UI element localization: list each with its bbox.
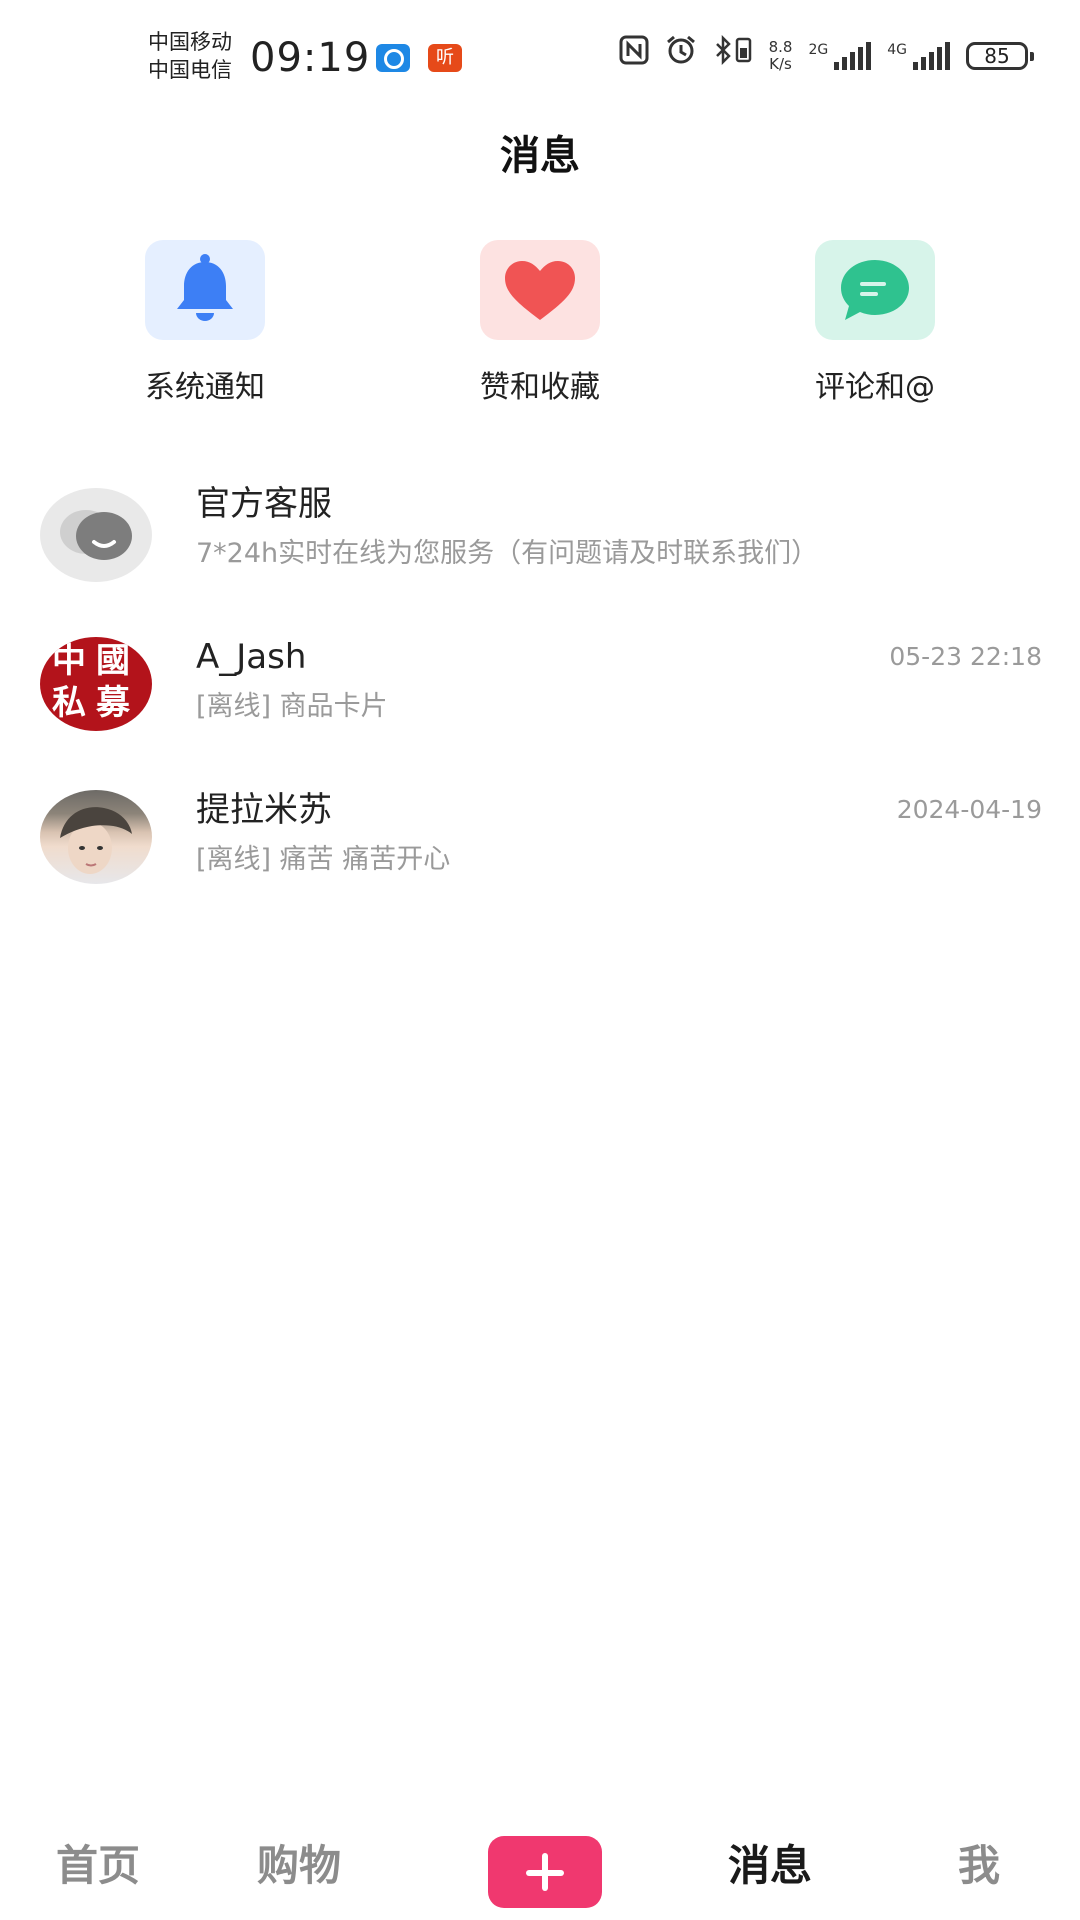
system-notification-entry[interactable]: 系统通知 [85,240,325,408]
page-title: 消息 [500,133,580,179]
conversation-preview: [离线] 痛苦 痛苦开心 [196,844,451,875]
sim1-network-type: 2G [808,42,829,58]
conversation-name: A_Jash [196,637,307,677]
bottom-tab-bar: 首页 购物 消息 我 [0,1820,1080,1920]
sim2-network-type: 4G [887,42,907,58]
listen-app-icon: 听 [428,44,462,72]
qq-browser-icon [376,44,410,72]
avatar-char: 募 [96,683,130,723]
conversation-name: 官方客服 [196,484,332,524]
tab-home[interactable]: 首页 [56,1838,140,1894]
conversation-preview: 7*24h实时在线为您服务（有问题请及时联系我们） [196,538,819,569]
carrier-2: 中国电信 [148,58,232,82]
comments-mentions-label: 评论和@ [815,370,935,405]
signal-icon-sim2: 4G [887,42,950,70]
bell-icon [145,240,265,340]
carrier-1: 中国移动 [148,30,232,54]
avatar-char: 中 [52,641,86,681]
likes-favorites-label: 赞和收藏 [480,370,600,405]
signal-icon-sim1: 2G [808,42,872,70]
clock: 09:19 [250,35,371,81]
status-bar: 中国移动 中国电信 09:19 听 8.8 K/s 2G 4G 85 [0,0,1080,110]
carrier-info: 中国移动 中国电信 [148,28,232,84]
net-speed-value: 8.8 [768,38,793,56]
comments-mentions-entry[interactable]: 评论和@ [755,240,995,408]
user-avatar: 中 國 私 募 [40,637,152,731]
conversation-preview: [离线] 商品卡片 [196,691,388,722]
nfc-icon [619,35,649,77]
heart-icon [480,240,600,340]
system-icons: 8.8 K/s 2G 4G 85 [619,34,1034,77]
avatar-char: 私 [52,683,86,723]
tab-messages[interactable]: 消息 [728,1838,812,1894]
likes-favorites-entry[interactable]: 赞和收藏 [420,240,660,408]
conversation-time: 05-23 22:18 [889,642,1042,671]
net-speed: 8.8 K/s [769,39,793,73]
conversation-row-a-jash[interactable]: 中 國 私 募 A_Jash 05-23 22:18 [离线] 商品卡片 [0,623,1080,776]
create-post-button[interactable] [488,1836,602,1908]
quick-entries: 系统通知 赞和收藏 评论和@ [0,240,1080,420]
avatar-char: 國 [96,641,130,681]
conversation-time: 2024-04-19 [896,795,1042,824]
bluetooth-icon [713,34,753,77]
conversation-row-tiramisu[interactable]: 提拉米苏 2024-04-19 [离线] 痛苦 痛苦开心 [0,776,1080,929]
chat-bubble-icon [815,240,935,340]
conversation-list: 官方客服 7*24h实时在线为您服务（有问题请及时联系我们） 中 國 私 募 A… [0,470,1080,929]
tab-me[interactable]: 我 [958,1838,1000,1894]
battery-icon: 85 [966,42,1034,70]
user-avatar [40,790,152,884]
system-notification-label: 系统通知 [145,370,265,405]
alarm-icon [665,35,697,77]
net-speed-unit: K/s [769,55,792,73]
tab-shopping[interactable]: 购物 [257,1838,341,1894]
customer-service-avatar [40,488,152,582]
conversation-row-customer-service[interactable]: 官方客服 7*24h实时在线为您服务（有问题请及时联系我们） [0,470,1080,623]
conversation-name: 提拉米苏 [196,790,332,830]
